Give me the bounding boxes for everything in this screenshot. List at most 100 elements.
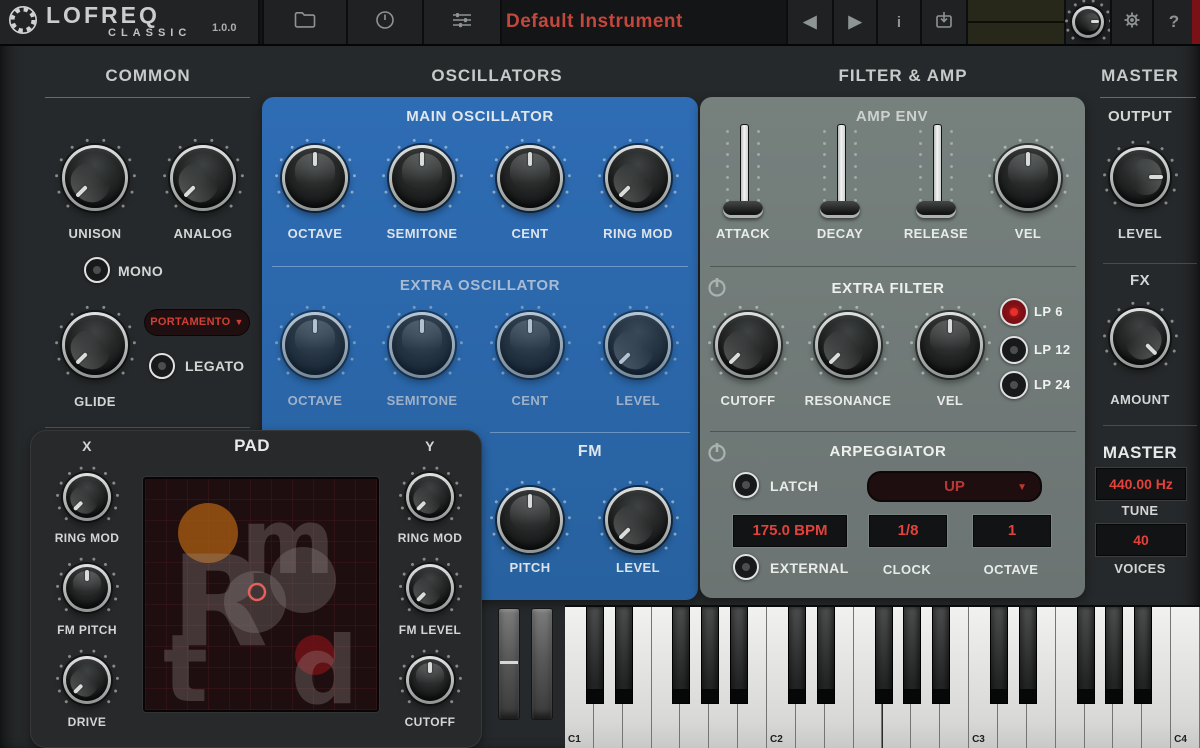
master-underline	[1100, 97, 1196, 98]
cutoff-knob[interactable]	[715, 312, 781, 378]
logo: LOFREQ CLASSIC 1.0.0	[0, 0, 260, 44]
black-key[interactable]	[615, 607, 633, 704]
lp24-radio[interactable]	[1000, 371, 1028, 399]
cutoff-label: CUTOFF	[721, 393, 776, 408]
pad-title: PAD	[234, 436, 270, 456]
header-filter-amp: FILTER & AMP	[838, 66, 967, 86]
main-osc-octave-knob[interactable]	[282, 145, 348, 211]
mono-toggle[interactable]	[84, 257, 110, 283]
mod-wheel[interactable]	[531, 608, 553, 720]
resonance-knob[interactable]	[815, 312, 881, 378]
black-key[interactable]	[788, 607, 806, 704]
pitch-wheel[interactable]	[498, 608, 520, 720]
arpeggiator-power-button[interactable]	[706, 441, 728, 468]
unison-knob[interactable]	[62, 145, 128, 211]
fm-level-knob[interactable]	[605, 487, 671, 553]
output-level-knob[interactable]	[1110, 147, 1170, 207]
glide-knob[interactable]	[62, 312, 128, 378]
filter-vel-knob[interactable]	[917, 312, 983, 378]
extra-osc-level-knob[interactable]	[605, 312, 671, 378]
main-osc-ringmod-knob[interactable]	[605, 145, 671, 211]
black-key[interactable]	[672, 607, 690, 704]
lp6-radio[interactable]	[1000, 298, 1028, 326]
pad-y-cutoff-label: CUTOFF	[405, 715, 456, 729]
release-slider[interactable]	[916, 122, 956, 218]
preset-browser-button[interactable]	[262, 0, 346, 44]
black-key[interactable]	[990, 607, 1008, 704]
external-label: EXTERNAL	[770, 560, 849, 576]
prev-preset-button[interactable]: ◀	[786, 0, 832, 44]
black-key[interactable]	[1019, 607, 1037, 704]
white-key[interactable]: C4	[1171, 607, 1200, 748]
master-volume-knob[interactable]	[1072, 6, 1104, 38]
extra-filter-power-button[interactable]	[706, 276, 728, 303]
preset-display[interactable]: Default Instrument	[498, 0, 794, 44]
portamento-dropdown[interactable]: PORTAMENTO▼	[144, 309, 250, 336]
attack-slider[interactable]	[723, 122, 763, 218]
octave-label: OCTAVE	[984, 562, 1039, 577]
xy-pad[interactable]: R m t d	[143, 477, 379, 712]
black-key[interactable]	[701, 607, 719, 704]
clock-display[interactable]: 1/8	[869, 515, 947, 547]
black-key[interactable]	[586, 607, 604, 704]
main-osc-semitone-knob[interactable]	[389, 145, 455, 211]
legato-toggle[interactable]	[149, 353, 175, 379]
pad-x-ringmod-label: RING MOD	[55, 531, 120, 545]
amp-env-vel-label: VEL	[1015, 226, 1041, 241]
fm-level-label: LEVEL	[616, 560, 660, 575]
next-preset-button[interactable]: ▶	[832, 0, 876, 44]
common-bottom-divider	[45, 427, 250, 428]
history-button[interactable]	[346, 0, 422, 44]
black-key[interactable]	[1077, 607, 1095, 704]
latch-toggle[interactable]	[733, 472, 759, 498]
pad-x-ringmod-knob[interactable]	[63, 473, 111, 521]
decay-slider[interactable]	[820, 122, 860, 218]
amp-env-vel-knob[interactable]	[995, 145, 1061, 211]
save-button[interactable]	[920, 0, 966, 44]
lp12-radio[interactable]	[1000, 336, 1028, 364]
info-button[interactable]: i	[876, 0, 920, 44]
voices-display[interactable]: 40	[1096, 524, 1186, 556]
external-toggle[interactable]	[733, 554, 759, 580]
osc-divider	[272, 266, 688, 267]
pad-x-drive-knob[interactable]	[63, 656, 111, 704]
main-osc-semitone-label: SEMITONE	[387, 226, 458, 241]
octave-display[interactable]: 1	[973, 515, 1051, 547]
analog-knob[interactable]	[170, 145, 236, 211]
pad-y-cutoff-knob[interactable]	[406, 656, 454, 704]
extra-osc-semitone-knob[interactable]	[389, 312, 455, 378]
pad-x-fmpitch-knob[interactable]	[63, 564, 111, 612]
main-osc-cent-knob[interactable]	[497, 145, 563, 211]
analog-label: ANALOG	[174, 226, 233, 241]
black-key[interactable]	[932, 607, 950, 704]
sliders-icon	[451, 11, 473, 34]
settings-button[interactable]	[1110, 0, 1152, 44]
bpm-display[interactable]: 175.0 BPM	[733, 515, 847, 547]
pad-y-ringmod-knob[interactable]	[406, 473, 454, 521]
arp-direction-value: UP	[944, 478, 965, 495]
extra-osc-semitone-label: SEMITONE	[387, 393, 458, 408]
fx-amount-knob[interactable]	[1110, 308, 1170, 368]
black-key[interactable]	[1105, 607, 1123, 704]
pad-blob-gray	[224, 571, 286, 633]
pad-y-fmlevel-knob[interactable]	[406, 564, 454, 612]
fm-pitch-label: PITCH	[510, 560, 551, 575]
settings-sliders-button[interactable]	[422, 0, 502, 44]
arp-direction-dropdown[interactable]: UP ▼	[867, 471, 1042, 502]
extra-osc-octave-knob[interactable]	[282, 312, 348, 378]
extra-osc-cent-knob[interactable]	[497, 312, 563, 378]
clock-label: CLOCK	[883, 562, 931, 577]
keyboard[interactable]: C1C2C3C4	[565, 605, 1200, 748]
release-label: RELEASE	[904, 226, 968, 241]
pad-watermark-letter: t	[163, 615, 208, 706]
black-key[interactable]	[903, 607, 921, 704]
black-key[interactable]	[1134, 607, 1152, 704]
black-key[interactable]	[730, 607, 748, 704]
main-osc-title: MAIN OSCILLATOR	[406, 108, 554, 125]
help-button[interactable]: ?	[1152, 0, 1194, 44]
window-edge-accent	[1192, 0, 1200, 44]
fm-pitch-knob[interactable]	[497, 487, 563, 553]
tune-display[interactable]: 440.00 Hz	[1096, 468, 1186, 500]
black-key[interactable]	[875, 607, 893, 704]
black-key[interactable]	[817, 607, 835, 704]
